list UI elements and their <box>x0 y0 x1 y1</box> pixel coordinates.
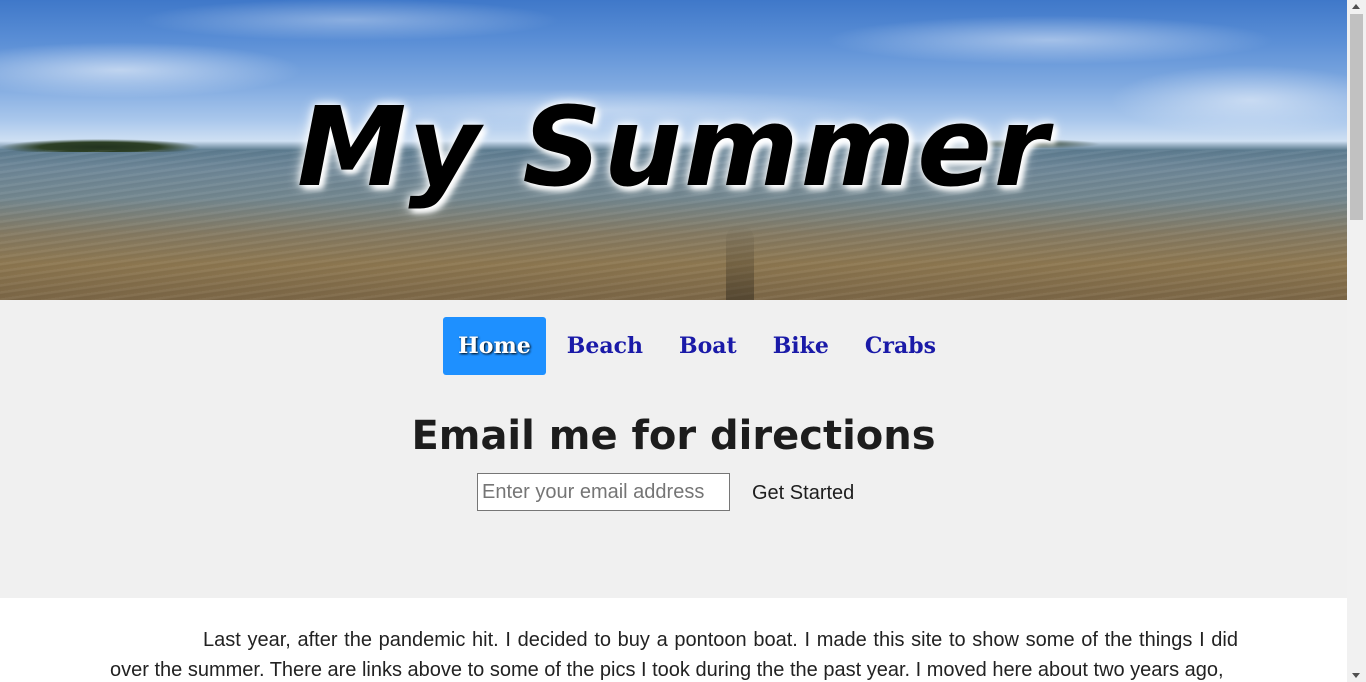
intro-paragraph: Last year, after the pandemic hit. I dec… <box>110 629 1238 681</box>
email-input[interactable] <box>477 473 730 511</box>
signup-title: Email me for directions <box>411 413 936 459</box>
scroll-thumb[interactable] <box>1350 14 1363 220</box>
hero-title: My Summer <box>296 83 1051 211</box>
nav-item-beach[interactable]: Beach <box>552 317 658 375</box>
nav-item-crabs[interactable]: Crabs <box>850 317 951 375</box>
scroll-up-arrow-icon[interactable] <box>1347 0 1366 14</box>
hero-shadow <box>726 225 754 300</box>
main-nav: Home Beach Boat Bike Crabs <box>443 317 957 375</box>
hero-banner: My Summer <box>0 0 1347 300</box>
signup-band: Home Beach Boat Bike Crabs Email me for … <box>0 300 1347 598</box>
nav-item-bike[interactable]: Bike <box>758 317 844 375</box>
page: My Summer Home Beach Boat Bike Crabs Ema… <box>0 0 1347 682</box>
nav-item-boat[interactable]: Boat <box>664 317 752 375</box>
scroll-down-arrow-icon[interactable] <box>1347 668 1366 682</box>
nav-item-home[interactable]: Home <box>443 317 546 375</box>
vertical-scrollbar[interactable] <box>1347 0 1366 682</box>
get-started-button[interactable]: Get Started <box>752 482 854 505</box>
